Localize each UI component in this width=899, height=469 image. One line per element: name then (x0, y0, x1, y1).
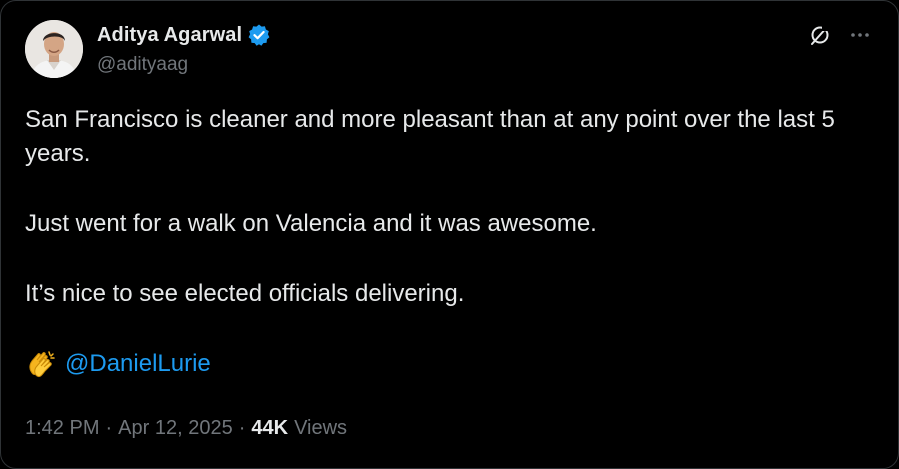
mention-link[interactable]: @DanielLurie (65, 347, 211, 381)
verified-badge-icon[interactable] (247, 23, 271, 47)
tweet-meta: 1:42 PM · Apr 12, 2025 · 44K Views (25, 417, 347, 440)
meta-separator: · (238, 417, 246, 439)
grok-icon[interactable] (808, 23, 832, 47)
clapping-hands-emoji-icon (25, 348, 57, 380)
tweet-time[interactable]: 1:42 PM (25, 417, 99, 440)
meta-separator: · (105, 417, 113, 439)
author-name-row: Aditya Agarwal (97, 23, 271, 47)
views-label[interactable]: Views (294, 417, 347, 440)
author-handle[interactable]: @adityaag (97, 54, 188, 76)
tweet-date[interactable]: Apr 12, 2025 (118, 417, 233, 440)
tweet-top-actions (808, 23, 872, 47)
tweet-body: San Francisco is cleaner and more pleasa… (25, 103, 865, 381)
avatar[interactable] (25, 20, 83, 78)
views-count[interactable]: 44K (251, 417, 288, 440)
tweet-paragraph: San Francisco is cleaner and more pleasa… (25, 106, 835, 167)
more-options-icon[interactable] (848, 23, 872, 47)
tweet-paragraph: Just went for a walk on Valencia and it … (25, 210, 597, 237)
tweet-card: Aditya Agarwal @adityaag San Francisco i… (0, 0, 899, 469)
tweet-paragraph: It’s nice to see elected officials deliv… (25, 280, 465, 307)
mention-row: @DanielLurie (25, 347, 865, 381)
author-display-name[interactable]: Aditya Agarwal (97, 24, 242, 47)
avatar-image (25, 20, 83, 78)
